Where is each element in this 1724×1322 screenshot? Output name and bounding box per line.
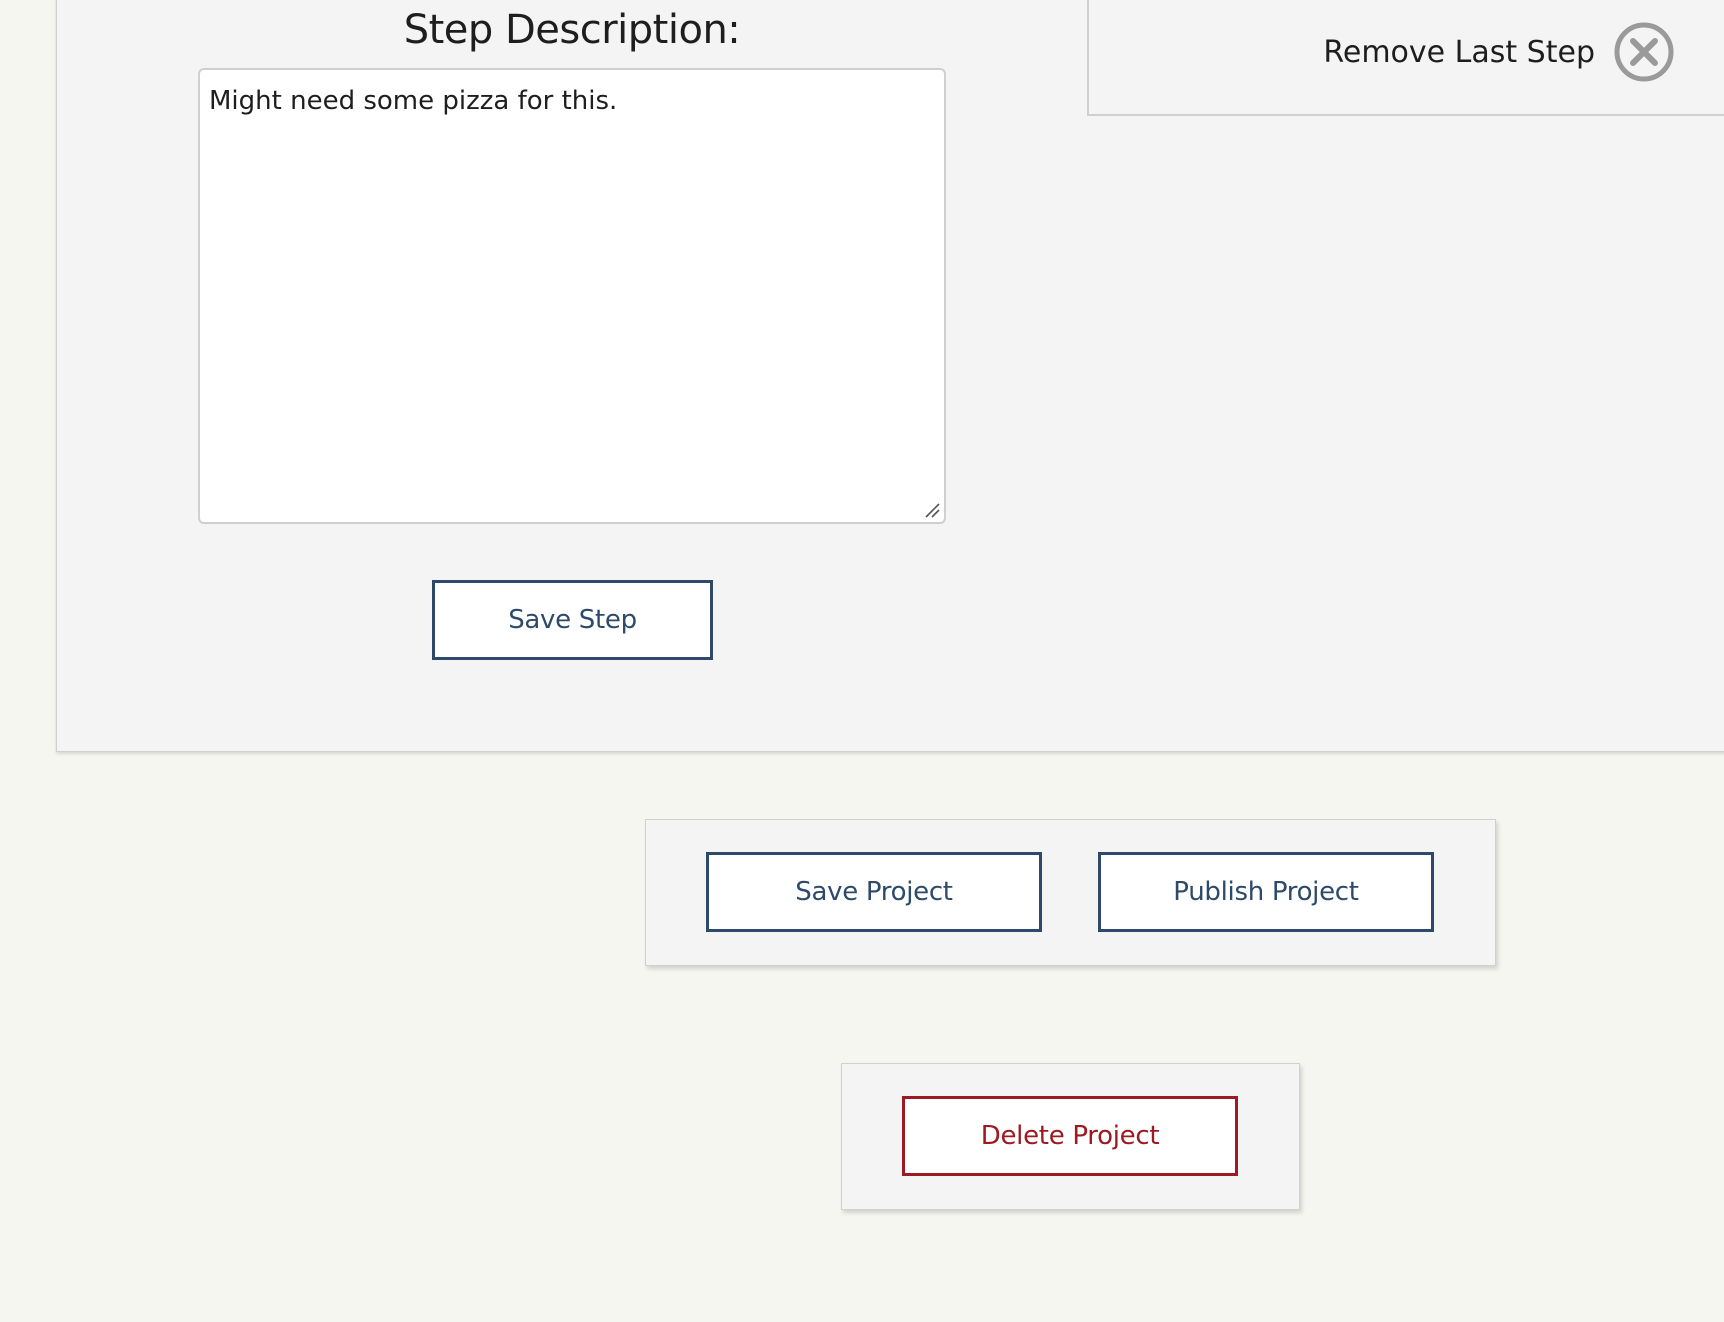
publish-project-button[interactable]: Publish Project xyxy=(1098,852,1434,932)
step-description-textarea[interactable]: Might need some pizza for this. xyxy=(198,68,946,524)
close-circle-icon[interactable] xyxy=(1612,20,1676,84)
resize-handle-icon[interactable] xyxy=(922,500,940,518)
delete-project-button[interactable]: Delete Project xyxy=(902,1096,1238,1176)
save-project-button[interactable]: Save Project xyxy=(706,852,1042,932)
save-step-button[interactable]: Save Step xyxy=(432,580,713,660)
remove-last-step-label[interactable]: Remove Last Step xyxy=(1240,30,1595,76)
step-description-heading: Step Description: xyxy=(403,7,741,53)
